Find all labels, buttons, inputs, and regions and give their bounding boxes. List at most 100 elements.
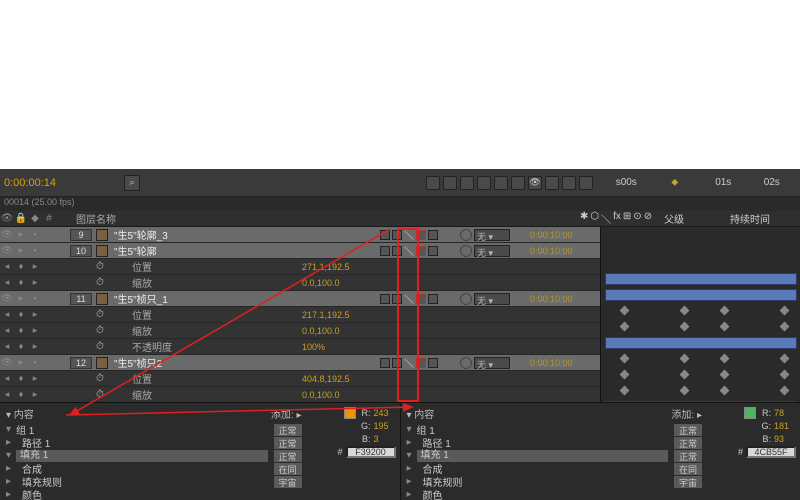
parent-dropdown[interactable]: 无 ▾: [474, 357, 510, 369]
item-mode[interactable]: 正常: [274, 437, 302, 449]
keyframe-icon[interactable]: [620, 370, 630, 380]
item-mode[interactable]: 正常: [674, 437, 702, 449]
shape-item[interactable]: ▸路径 1正常: [407, 436, 703, 449]
item-mode[interactable]: 宇宙: [274, 476, 302, 488]
label-color[interactable]: [96, 293, 108, 305]
contents-header[interactable]: ▾ 内容: [6, 406, 34, 421]
keyframe-icon[interactable]: [620, 306, 630, 316]
eye-toggle[interactable]: 👁: [0, 357, 14, 368]
layer-bar[interactable]: [605, 289, 797, 301]
pickwhip-icon[interactable]: [460, 245, 472, 257]
shape-item[interactable]: ▾填充 1正常: [407, 449, 703, 462]
b-value[interactable]: 3: [374, 434, 396, 444]
toolbar-icon-6[interactable]: [511, 176, 525, 190]
shape-item[interactable]: ▾填充 1正常: [6, 449, 302, 462]
keyframe-icon[interactable]: [720, 322, 730, 332]
property-row[interactable]: ◂♦▸⏱缩放0.0,100.0: [0, 275, 600, 291]
shape-item[interactable]: ▸路径 1正常: [6, 436, 302, 449]
stopwatch-icon[interactable]: ⏱: [96, 261, 106, 272]
add-button[interactable]: 添加: ▸: [271, 406, 302, 421]
pickwhip-icon[interactable]: [460, 229, 472, 241]
g-value[interactable]: 195: [374, 421, 396, 431]
switches[interactable]: ＼: [380, 227, 460, 242]
item-mode[interactable]: 在同: [674, 463, 702, 475]
keyframe-icon[interactable]: [780, 322, 790, 332]
toolbar-icon-8[interactable]: [562, 176, 576, 190]
property-value[interactable]: 100%: [302, 342, 380, 352]
switches[interactable]: ＼: [380, 355, 460, 370]
pickwhip-icon[interactable]: [460, 293, 472, 305]
toolbar-icon-5[interactable]: [494, 176, 508, 190]
shy-icon[interactable]: 👁: [528, 176, 542, 190]
toolbar-icon-7[interactable]: [545, 176, 559, 190]
keyframe-icon[interactable]: [620, 386, 630, 396]
shape-item[interactable]: ▸填充规则宇宙: [6, 475, 302, 488]
toolbar-icon-2[interactable]: [443, 176, 457, 190]
layer-bar[interactable]: [605, 337, 797, 349]
col-source-name[interactable]: 图层名称: [70, 211, 580, 226]
layer-row[interactable]: 👁▸▪12"生5"桢只2＼无 ▾0:00:10:00: [0, 355, 600, 371]
keyframe-icon[interactable]: [780, 306, 790, 316]
layer-name[interactable]: "生5"桢只2: [112, 355, 380, 370]
shape-item[interactable]: ▸颜色: [407, 488, 703, 500]
property-row[interactable]: ◂♦▸⏱缩放0.0,100.0: [0, 323, 600, 339]
keyframe-icon[interactable]: [720, 354, 730, 364]
property-value[interactable]: 0.0,100.0: [302, 278, 380, 288]
col-duration[interactable]: 持续时间: [730, 211, 800, 226]
eye-toggle[interactable]: 👁: [0, 245, 14, 256]
item-mode[interactable]: 正常: [274, 450, 302, 462]
blend-mode[interactable]: 正常: [674, 424, 702, 436]
property-row[interactable]: ◂♦▸⏱不透明度100%: [0, 339, 600, 355]
item-mode[interactable]: 正常: [674, 450, 702, 462]
layer-row[interactable]: 👁▸▪10"生5"轮廓＼无 ▾0:00:10:00: [0, 243, 600, 259]
add-button[interactable]: 添加: ▸: [671, 406, 702, 421]
property-row[interactable]: ◂♦▸⏱缩放0.0,100.0: [0, 387, 600, 402]
keyframe-icon[interactable]: [680, 322, 690, 332]
r-value[interactable]: 78: [774, 408, 796, 418]
keyframe-icon[interactable]: [780, 354, 790, 364]
stopwatch-icon[interactable]: ⏱: [96, 341, 106, 352]
property-value[interactable]: 0.0,100.0: [302, 390, 380, 400]
col-parent[interactable]: 父级: [660, 211, 730, 226]
layer-name[interactable]: "生5"桢只_1: [112, 291, 380, 306]
search-icon[interactable]: ⌕: [124, 175, 140, 191]
b-value[interactable]: 93: [774, 434, 796, 444]
stopwatch-icon[interactable]: ⏱: [96, 389, 106, 400]
keyframe-icon[interactable]: [620, 354, 630, 364]
stopwatch-icon[interactable]: ⏱: [96, 373, 106, 384]
item-mode[interactable]: 宇宙: [674, 476, 702, 488]
keyframe-icon[interactable]: [680, 354, 690, 364]
eye-toggle[interactable]: 👁: [0, 293, 14, 304]
stopwatch-icon[interactable]: ⏱: [96, 309, 106, 320]
keyframe-icon[interactable]: [720, 306, 730, 316]
toolbar-icon-1[interactable]: [426, 176, 440, 190]
layer-name[interactable]: "生5"轮廓_3: [112, 227, 380, 242]
keyframe-icon[interactable]: [620, 322, 630, 332]
keyframe-icon[interactable]: [680, 386, 690, 396]
keyframe-icon[interactable]: [720, 386, 730, 396]
property-value[interactable]: 404.8,192.5: [302, 374, 380, 384]
blend-mode[interactable]: 正常: [274, 424, 302, 436]
contents-header[interactable]: ▾ 内容: [407, 406, 435, 421]
pickwhip-icon[interactable]: [460, 357, 472, 369]
keyframe-icon[interactable]: [780, 386, 790, 396]
current-timecode[interactable]: 0:00:00:14: [4, 177, 94, 189]
parent-dropdown[interactable]: 无 ▾: [474, 293, 510, 305]
r-value[interactable]: 243: [374, 408, 396, 418]
toolbar-icon-4[interactable]: [477, 176, 491, 190]
label-color[interactable]: [96, 229, 108, 241]
layer-bar[interactable]: [605, 273, 797, 285]
timeline-graph[interactable]: [600, 227, 800, 402]
eye-toggle[interactable]: 👁: [0, 229, 14, 240]
keyframe-icon[interactable]: [680, 370, 690, 380]
color-swatch[interactable]: [744, 407, 756, 419]
stopwatch-icon[interactable]: ⏱: [96, 277, 106, 288]
property-value[interactable]: 0.0,100.0: [302, 326, 380, 336]
property-value[interactable]: 217.1,192.5: [302, 310, 380, 320]
toolbar-icon-9[interactable]: [579, 176, 593, 190]
layer-name[interactable]: "生5"轮廓: [112, 243, 380, 258]
property-row[interactable]: ◂♦▸⏱位置217.1,192.5: [0, 307, 600, 323]
layer-row[interactable]: 👁▸▪11"生5"桢只_1＼无 ▾0:00:10:00: [0, 291, 600, 307]
label-color[interactable]: [96, 357, 108, 369]
layer-row[interactable]: 👁▸▪9"生5"轮廓_3＼无 ▾0:00:10:00: [0, 227, 600, 243]
